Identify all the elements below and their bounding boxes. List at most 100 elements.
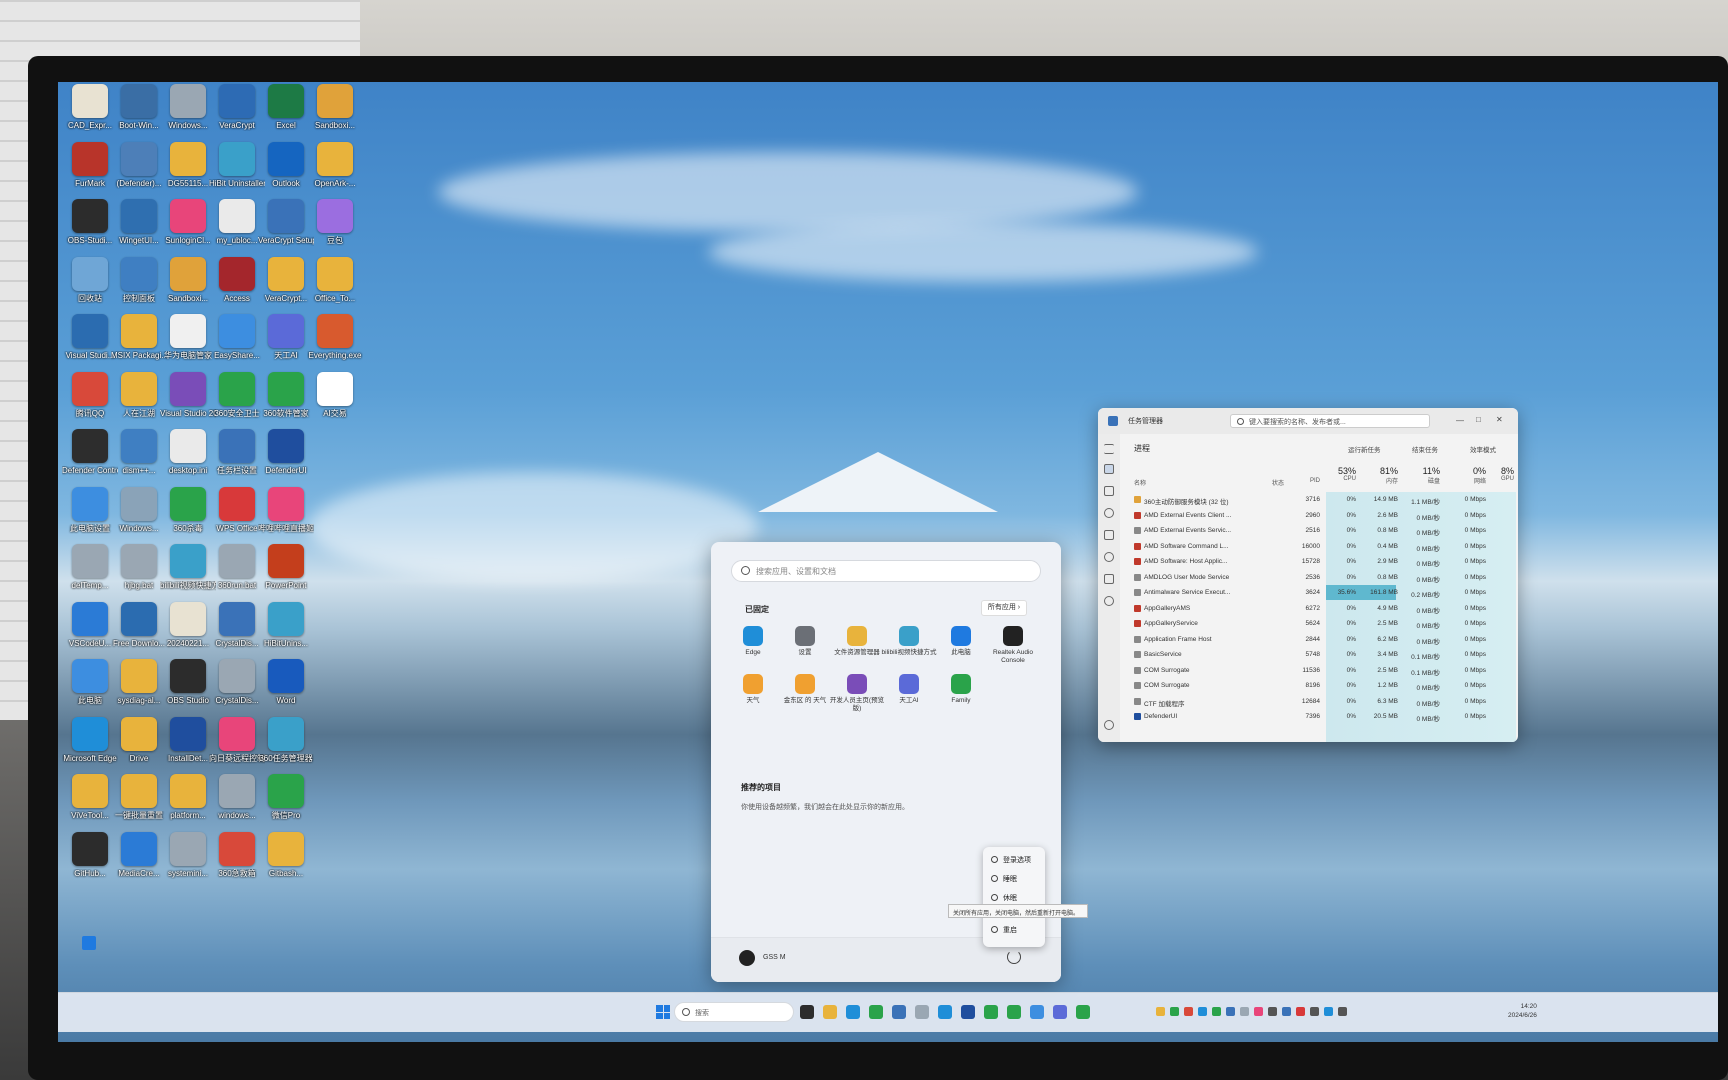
taskbar-search-input[interactable]: 搜索 xyxy=(674,1002,794,1022)
taskbar-app-icon[interactable] xyxy=(915,1005,929,1019)
power-menu-hibernate[interactable]: 休眠 xyxy=(991,893,1017,903)
table-row[interactable]: AppGalleryAMS 6272 0% 4.9 MB 0 MB/秒 0 Mbps xyxy=(1120,601,1518,617)
pinned-app[interactable]: 天工AI xyxy=(881,674,937,705)
pinned-app[interactable]: Family xyxy=(933,674,989,705)
all-apps-button[interactable]: 所有应用 › xyxy=(981,600,1027,616)
desktop-icon[interactable]: 此电脑设置 xyxy=(62,486,118,534)
desktop-icon[interactable]: VeraCrypt Setup 1.... xyxy=(258,199,314,246)
column-status[interactable]: 状态 xyxy=(1260,478,1284,487)
desktop-icon[interactable]: (Defender)... xyxy=(111,141,167,189)
taskbar-app-icon[interactable] xyxy=(892,1005,906,1019)
taskbar-app-icon[interactable] xyxy=(1007,1005,1021,1019)
desktop-icon[interactable]: FurMark xyxy=(62,141,118,189)
desktop-icon[interactable]: 微信Pro xyxy=(258,774,314,821)
desktop-icon[interactable]: hjbg.bat xyxy=(111,544,167,591)
pinned-app[interactable]: Edge xyxy=(725,626,781,657)
user-avatar[interactable] xyxy=(739,950,755,966)
run-new-task-button[interactable]: 运行新任务 xyxy=(1348,444,1381,454)
desktop-icon[interactable]: 20240221... xyxy=(160,601,216,649)
desktop-icon[interactable]: Visual Studio 2022 xyxy=(160,371,216,419)
desktop-icon[interactable]: desktop.ini xyxy=(160,429,216,476)
table-row[interactable]: Application Frame Host 2844 0% 6.2 MB 0 MB/秒… xyxy=(1120,632,1518,648)
tray-icon[interactable] xyxy=(1338,1007,1347,1016)
column-disk[interactable]: 11% 磁盘 xyxy=(1400,466,1440,485)
windows-start-icon[interactable] xyxy=(656,1005,670,1019)
pinned-app[interactable]: 金东区 的 天气 xyxy=(777,674,833,705)
maximize-icon[interactable]: □ xyxy=(1476,415,1481,424)
taskbar-app-icon[interactable] xyxy=(1076,1005,1090,1019)
pinned-app[interactable]: 开发人员主页(预览版) xyxy=(829,674,885,713)
desktop-icon[interactable]: ViVeTool... xyxy=(62,774,118,821)
taskbar-app-icon[interactable] xyxy=(823,1005,837,1019)
desktop-icon[interactable]: Microsoft Edge xyxy=(62,716,118,764)
desktop-icon[interactable]: 360任务管理器 xyxy=(258,716,314,764)
desktop-icon[interactable]: Office_To... xyxy=(307,256,363,304)
table-row[interactable]: AppGalleryService 5624 0% 2.5 MB 0 MB/秒 0 Mbp… xyxy=(1120,616,1518,632)
desktop-icon[interactable]: 回收站 xyxy=(62,256,118,304)
desktop-icon[interactable]: bilibili视频快捷方式 xyxy=(160,544,216,591)
taskbar-app-icon[interactable] xyxy=(1030,1005,1044,1019)
desktop-icon[interactable]: 360杀毒 xyxy=(160,486,216,534)
taskbar-app-icon[interactable] xyxy=(938,1005,952,1019)
table-row[interactable]: AMD External Events Servic... 2516 0% 0.8 M… xyxy=(1120,523,1518,539)
desktop-icon[interactable]: 控制面板 xyxy=(111,256,167,304)
power-menu-sleep[interactable]: 睡眠 xyxy=(991,874,1017,884)
desktop-icon[interactable]: Free Downlo... xyxy=(111,601,167,649)
desktop-icon[interactable]: Outlook xyxy=(258,141,314,189)
tray-icon[interactable] xyxy=(1212,1007,1221,1016)
column-memory[interactable]: 81% 内存 xyxy=(1358,466,1398,485)
efficiency-mode-button[interactable]: 效率模式 xyxy=(1470,444,1496,454)
desktop-icon[interactable]: 360急救箱 xyxy=(209,831,265,879)
column-network[interactable]: 0% 网络 xyxy=(1442,466,1486,485)
power-menu-signin-options[interactable]: 登录选项 xyxy=(991,855,1031,865)
desktop-icon[interactable]: platform... xyxy=(160,774,216,821)
desktop-icon[interactable]: Sandboxi... xyxy=(307,84,363,131)
desktop-icon[interactable]: 天工AI xyxy=(258,314,314,361)
desktop-icon[interactable]: SunloginCl... xyxy=(160,199,216,246)
desktop-icon[interactable]: PowerPoint xyxy=(258,544,314,591)
table-row[interactable]: BasicService 5748 0% 3.4 MB 0.1 MB/秒 0 Mbps xyxy=(1120,647,1518,663)
user-name[interactable]: GSS M xyxy=(763,954,786,961)
desktop-icon[interactable]: Defender Control xyxy=(62,429,118,476)
desktop-icon[interactable]: EasyShare... xyxy=(209,314,265,361)
table-row[interactable]: AMD Software Command L... 16000 0% 0.4 MB 0 … xyxy=(1120,539,1518,555)
desktop-icon[interactable]: GitHub... xyxy=(62,831,118,879)
desktop-icon[interactable]: 一键批量重置 xyxy=(111,774,167,821)
tray-icon[interactable] xyxy=(1156,1007,1165,1016)
settings-icon[interactable] xyxy=(1104,720,1114,730)
desktop-icon[interactable]: DG55115... xyxy=(160,141,216,189)
desktop-icon[interactable]: Windows... xyxy=(160,84,216,131)
desktop-icon[interactable]: OpenArk-... xyxy=(307,141,363,189)
desktop-icon[interactable]: 360run.bat xyxy=(209,544,265,591)
tray-icon[interactable] xyxy=(1282,1007,1291,1016)
end-task-button[interactable]: 结束任务 xyxy=(1412,444,1438,454)
desktop-icon[interactable]: CrystalDis... xyxy=(209,659,265,706)
desktop-icon[interactable]: 此电脑 xyxy=(62,659,118,706)
desktop-icon[interactable]: windows... xyxy=(209,774,265,821)
desktop-icon[interactable]: delTemp... xyxy=(62,544,118,591)
tray-icon[interactable] xyxy=(1240,1007,1249,1016)
desktop-icon[interactable]: 任务栏设置 xyxy=(209,429,265,476)
table-row[interactable]: 360主动防御服务模块 (32 位) 3716 0% 14.9 MB 1.1 MB/秒 0… xyxy=(1120,492,1518,508)
users-icon[interactable] xyxy=(1104,552,1114,562)
desktop-icon[interactable]: CrystalDis... xyxy=(209,601,265,649)
desktop-icon[interactable]: Word xyxy=(258,659,314,706)
tray-icon[interactable] xyxy=(1170,1007,1179,1016)
pinned-app[interactable]: 文件资源管理器 xyxy=(829,626,885,657)
tray-icon[interactable] xyxy=(1268,1007,1277,1016)
desktop-icon[interactable]: 豆包 xyxy=(307,199,363,246)
tray-icon[interactable] xyxy=(1254,1007,1263,1016)
desktop-icon[interactable]: systemini... xyxy=(160,831,216,879)
table-row[interactable]: AMDLOG User Mode Service 2536 0% 0.8 MB 0 MB… xyxy=(1120,570,1518,586)
start-search-input[interactable]: 搜索应用、设置和文档 xyxy=(731,560,1041,582)
column-cpu[interactable]: 53% CPU xyxy=(1326,466,1356,482)
taskbar-app-icon[interactable] xyxy=(984,1005,998,1019)
performance-icon[interactable] xyxy=(1104,486,1114,496)
desktop-icon[interactable]: VSCodeU... xyxy=(62,601,118,649)
desktop-icon[interactable]: MediaCre... xyxy=(111,831,167,879)
desktop-icon[interactable]: Gitbash... xyxy=(258,831,314,879)
desktop-icon[interactable]: 人在江湖 xyxy=(111,371,167,419)
pinned-app[interactable]: Realtek Audio Console xyxy=(985,626,1041,665)
desktop-icon[interactable]: VeraCrypt... xyxy=(258,256,314,304)
desktop-icon[interactable]: MSIX Packagi... xyxy=(111,314,167,361)
